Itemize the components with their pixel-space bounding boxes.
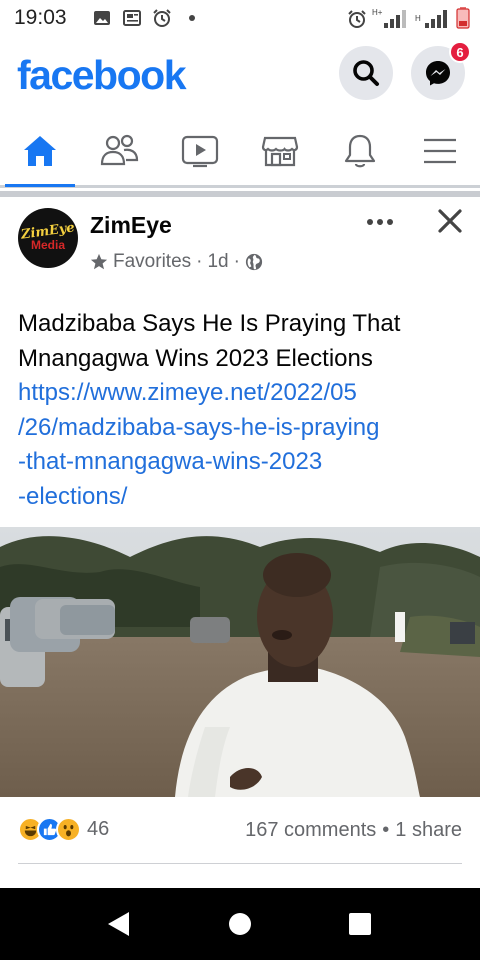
page-name[interactable]: ZimEye [90, 212, 172, 239]
nav-recents-button[interactable] [342, 906, 378, 942]
home-icon [24, 136, 56, 166]
messenger-badge: 6 [449, 41, 471, 63]
android-nav-bar [0, 888, 480, 960]
hide-post-button[interactable] [434, 205, 466, 237]
post-link[interactable]: https://www.zimeye.net/2022/05 /26/madzi… [18, 376, 468, 514]
avatar[interactable]: ZimEye Media [18, 208, 78, 268]
image-icon [94, 11, 110, 25]
tab-friends[interactable] [85, 116, 155, 186]
svg-text:H+: H+ [372, 8, 383, 17]
messenger-button[interactable]: 6 [411, 41, 471, 100]
feed-divider [0, 191, 480, 197]
post-meta: Favorites · 1d · [90, 251, 263, 273]
post-time[interactable]: 1d [207, 251, 228, 273]
dot-icon [189, 15, 195, 21]
h-plus-signal-icon: H+ [372, 8, 406, 28]
shares-count[interactable]: 1 share [395, 819, 462, 842]
h-signal-icon: H [415, 10, 447, 28]
favorites-label[interactable]: Favorites [113, 251, 191, 273]
meta-separator: · [233, 251, 240, 272]
alarm-icon [153, 9, 171, 27]
post-link-line: https://www.zimeye.net/2022/05 [18, 379, 357, 406]
status-time: 19:03 [14, 6, 67, 29]
hamburger-icon [424, 138, 456, 164]
reactions-summary[interactable]: 46 [18, 817, 109, 842]
meta-separator: · [196, 251, 203, 272]
reaction-count: 46 [87, 818, 110, 840]
search-icon [353, 60, 379, 86]
battery-low-icon [456, 7, 470, 29]
post-link-line: -elections/ [18, 482, 128, 510]
wow-reaction-icon [56, 817, 81, 842]
search-button[interactable] [339, 46, 393, 100]
more-options-button[interactable] [362, 207, 398, 237]
globe-icon [245, 253, 263, 271]
post-link-line: /26/madzibaba-says-he-is-praying [18, 413, 380, 441]
bell-icon [344, 134, 376, 168]
home-circle-icon [229, 913, 251, 935]
nav-back-button[interactable] [100, 906, 136, 942]
action-divider [18, 863, 462, 864]
post-link-line: -that-mnangagwa-wins-2023 [18, 448, 323, 475]
nav-home-button[interactable] [222, 906, 258, 942]
star-icon [90, 253, 108, 270]
close-icon [438, 209, 462, 233]
store-icon [261, 136, 299, 167]
status-bar: 19:03 H+ H [0, 0, 480, 36]
friends-icon [100, 134, 139, 166]
status-left-icons [92, 8, 202, 28]
post-photo[interactable] [0, 527, 480, 797]
tab-home[interactable] [5, 116, 75, 187]
avatar-logo-subtext: Media [30, 238, 65, 252]
back-icon [108, 912, 129, 936]
post-headline: Madzibaba Says He Is Praying That Mnanga… [18, 310, 401, 372]
feed-post: ZimEye Media ZimEye Favorites · 1d · Mad… [0, 191, 480, 888]
tab-bar [0, 116, 480, 188]
svg-text:H: H [415, 14, 421, 23]
post-text: Madzibaba Says He Is Praying That Mnanga… [18, 307, 468, 514]
news-icon [123, 10, 141, 26]
tab-watch[interactable] [165, 116, 235, 186]
app-header: facebook 6 [0, 36, 480, 116]
recents-icon [349, 913, 371, 935]
comments-count[interactable]: 167 comments [245, 819, 376, 842]
engagement-summary: 167 comments • 1 share [245, 819, 462, 842]
tab-marketplace[interactable] [245, 116, 315, 186]
engagement-separator: • [382, 819, 390, 841]
facebook-logo[interactable]: facebook [17, 52, 187, 99]
tab-notifications[interactable] [325, 116, 395, 186]
more-icon [367, 219, 393, 225]
status-right-icons: H+ H [347, 7, 470, 29]
tab-menu[interactable] [405, 116, 475, 186]
video-icon [181, 135, 219, 168]
alarm-icon [348, 10, 366, 28]
photo-scene [0, 527, 480, 797]
messenger-icon [426, 61, 450, 86]
